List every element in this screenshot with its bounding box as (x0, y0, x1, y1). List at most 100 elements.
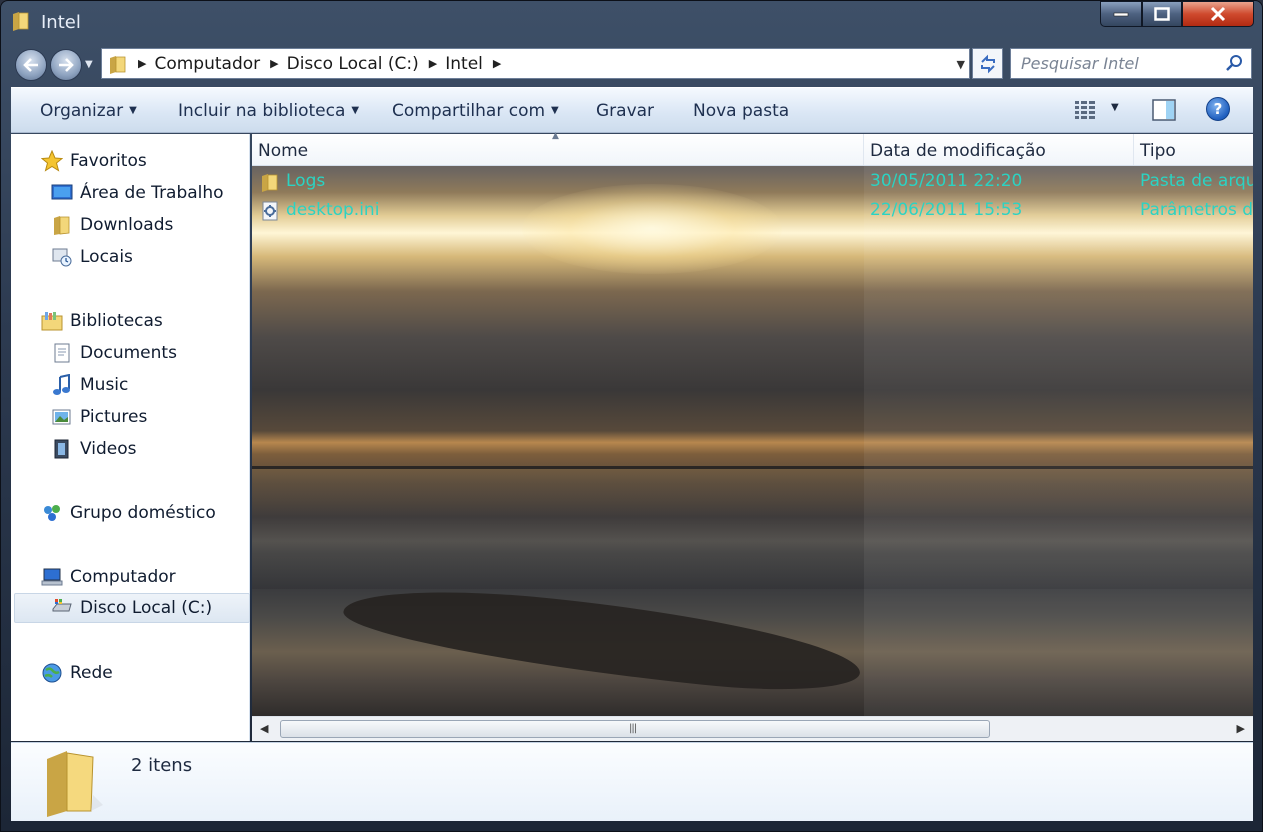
chevron-down-icon: ▼ (351, 105, 360, 116)
nav-downloads-label: Downloads (80, 215, 174, 235)
view-details-icon[interactable] (1073, 98, 1099, 122)
nav-downloads[interactable]: Downloads (11, 210, 247, 240)
nav-local-disk[interactable]: Disco Local (C:) (14, 593, 250, 623)
close-button[interactable] (1182, 1, 1254, 27)
nav-videos[interactable]: Videos (11, 434, 247, 464)
address-history-dropdown[interactable]: ▼ (957, 58, 965, 71)
address-bar[interactable]: ▶ Computador ▶ Disco Local (C:) ▶ Intel … (101, 48, 970, 79)
nav-computer-label: Computador (70, 567, 176, 587)
maximize-button[interactable] (1142, 1, 1182, 27)
file-row[interactable]: desktop.ini 22/06/2011 15:53 Parâmetros … (252, 197, 1253, 225)
breadcrumb-separator[interactable]: ▶ (493, 57, 501, 70)
nav-desktop-label: Área de Trabalho (80, 183, 224, 203)
folder-icon (13, 12, 29, 31)
organize-label: Organizar (40, 101, 124, 121)
nav-documents-label: Documents (80, 343, 177, 363)
help-button[interactable]: ? (1206, 97, 1230, 121)
refresh-icon (980, 54, 995, 73)
minimize-button[interactable] (1100, 1, 1142, 27)
nav-recent-places[interactable]: Locais (11, 242, 247, 272)
background-shoreline (339, 577, 865, 701)
breadcrumb-separator[interactable]: ▶ (138, 57, 146, 70)
scroll-right-icon[interactable]: ▶ (1237, 722, 1245, 735)
column-header: ▲ Nome Data de modificação Tipo (252, 131, 1253, 166)
title-bar: Intel (1, 1, 1262, 45)
computer-icon (41, 568, 63, 586)
include-library-label: Incluir na biblioteca (178, 101, 346, 121)
close-icon (1210, 6, 1226, 22)
file-date: 30/05/2011 22:20 (870, 171, 1023, 191)
chevron-down-icon: ▼ (551, 105, 559, 116)
window-controls (1100, 1, 1254, 29)
libraries-icon (41, 312, 63, 331)
recent-pages-dropdown[interactable]: ▼ (85, 59, 93, 70)
breadcrumb-computer[interactable]: Computador (154, 54, 260, 74)
nav-pictures[interactable]: Pictures (11, 402, 247, 432)
back-button[interactable] (15, 49, 47, 81)
nav-music[interactable]: Music (11, 370, 247, 400)
scrollbar-thumb[interactable]: ||| (280, 720, 990, 738)
organize-menu[interactable]: Organizar ▼ (40, 101, 137, 121)
arrow-right-icon (59, 58, 74, 72)
maximize-icon (1154, 7, 1170, 21)
column-name[interactable]: Nome (252, 134, 864, 165)
window-title: Intel (41, 12, 81, 33)
breadcrumb-separator[interactable]: ▶ (429, 57, 437, 70)
file-name: desktop.ini (286, 200, 380, 220)
recent-places-icon (52, 248, 72, 267)
navigation-pane: Favoritos Área de Trabalho Downloads Loc… (11, 134, 250, 741)
chevron-down-icon: ▼ (129, 105, 137, 116)
new-folder-button[interactable]: Nova pasta (693, 101, 789, 121)
file-type: Pasta de arqui (1140, 171, 1253, 191)
nav-network-label: Rede (70, 663, 113, 683)
search-icon[interactable] (1225, 54, 1243, 72)
nav-libraries-label: Bibliotecas (70, 311, 163, 331)
nav-homegroup[interactable]: Grupo doméstico (11, 498, 247, 528)
breadcrumb-intel[interactable]: Intel (445, 54, 483, 74)
forward-button[interactable] (50, 49, 82, 81)
view-options-dropdown[interactable]: ▼ (1111, 102, 1119, 113)
nav-documents[interactable]: Documents (11, 338, 247, 368)
scroll-left-icon[interactable]: ◀ (260, 722, 268, 735)
documents-icon (54, 343, 70, 363)
nav-local-disk-label: Disco Local (C:) (80, 598, 213, 618)
grip-icon: ||| (629, 723, 637, 734)
share-with-menu[interactable]: Compartilhar com ▼ (392, 101, 559, 121)
nav-computer[interactable]: Computador (11, 562, 247, 592)
burn-button[interactable]: Gravar (596, 101, 654, 121)
preview-pane-icon[interactable] (1151, 98, 1177, 122)
refresh-button[interactable] (972, 48, 1003, 79)
folder-icon (47, 751, 103, 817)
minimize-icon (1113, 12, 1129, 17)
include-library-menu[interactable]: Incluir na biblioteca ▼ (178, 101, 359, 121)
breadcrumb-separator[interactable]: ▶ (270, 57, 278, 70)
share-with-label: Compartilhar com (392, 101, 546, 121)
column-type[interactable]: Tipo (1134, 134, 1253, 165)
desktop-icon (51, 184, 73, 200)
nav-pictures-label: Pictures (80, 407, 148, 427)
explorer-window: Intel ▼ ▶ Computador ▶ Disco Local (C:) … (0, 0, 1263, 832)
search-box (1010, 48, 1252, 79)
nav-desktop[interactable]: Área de Trabalho (11, 178, 247, 208)
drive-icon (52, 599, 72, 612)
search-input[interactable] (1011, 49, 1221, 78)
horizontal-scrollbar[interactable]: ◀ ||| ▶ (252, 716, 1253, 741)
folder-icon (110, 55, 126, 74)
column-date-modified[interactable]: Data de modificação (864, 134, 1134, 165)
nav-videos-label: Videos (80, 439, 137, 459)
file-name: Logs (286, 171, 326, 191)
nav-network[interactable]: Rede (11, 658, 247, 688)
file-date: 22/06/2011 15:53 (870, 200, 1023, 220)
command-bar: Organizar ▼ Incluir na biblioteca ▼ Compar… (11, 87, 1253, 133)
nav-favorites[interactable]: Favoritos (11, 146, 247, 176)
item-count: 2 itens (131, 755, 193, 776)
file-type: Parâmetros de (1140, 200, 1253, 220)
star-icon (41, 150, 63, 172)
breadcrumb-local-disk[interactable]: Disco Local (C:) (287, 54, 419, 74)
folder-icon (262, 174, 278, 192)
file-row[interactable]: Logs 30/05/2011 22:20 Pasta de arqui (252, 168, 1253, 196)
nav-libraries[interactable]: Bibliotecas (11, 306, 247, 336)
downloads-folder-icon (54, 216, 70, 235)
arrow-left-icon (23, 58, 38, 72)
nav-favorites-label: Favoritos (70, 151, 147, 171)
